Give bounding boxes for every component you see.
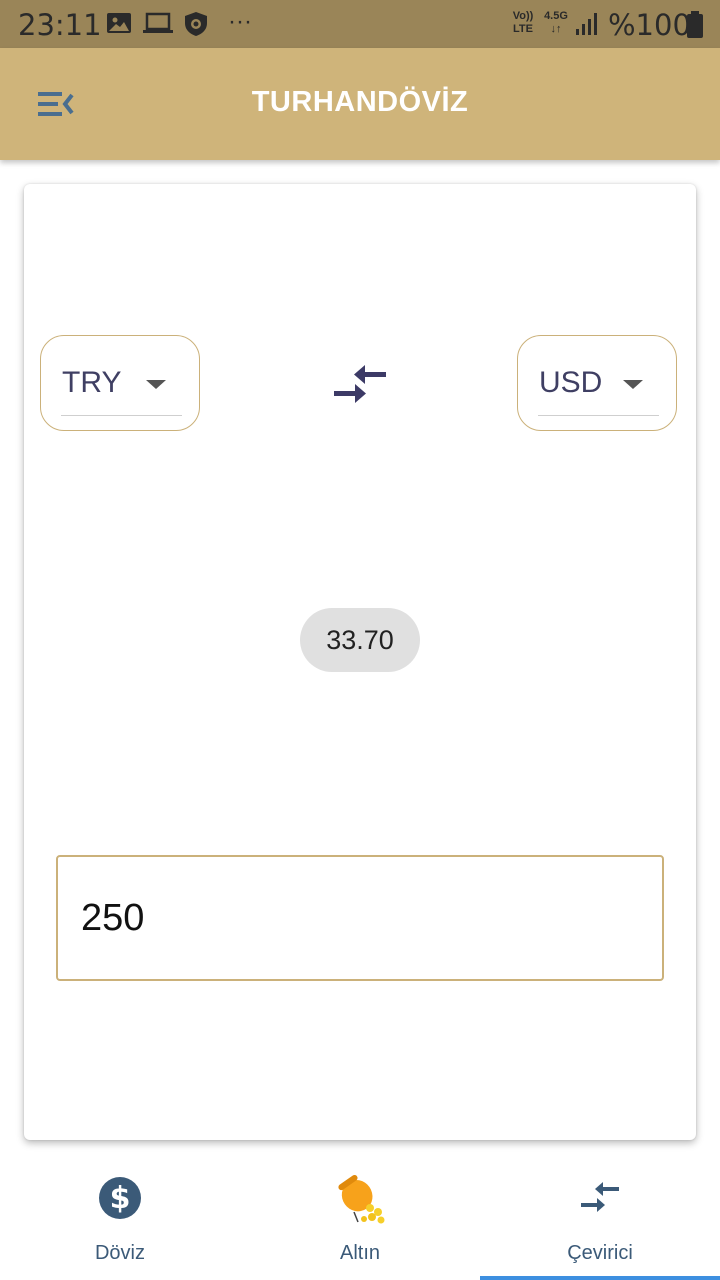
status-time: 23:11 xyxy=(18,8,102,42)
select-underline xyxy=(61,415,182,416)
chevron-down-icon xyxy=(146,380,166,389)
from-currency-value: TRY xyxy=(62,366,122,399)
network-4-5g-icon: 4.5G ↓↑ xyxy=(544,10,568,35)
amount-input[interactable] xyxy=(56,855,664,981)
more-notifications-icon: ··· xyxy=(228,8,252,35)
app-title: TURHANDÖVİZ xyxy=(251,86,469,118)
to-currency-select[interactable]: USD xyxy=(517,335,677,431)
gold-pot-icon xyxy=(338,1174,385,1224)
gallery-icon xyxy=(107,13,131,33)
nav-label: Altın xyxy=(339,1242,381,1264)
signal-icon xyxy=(576,13,597,35)
swap-arrows-icon xyxy=(581,1182,619,1212)
battery-icon xyxy=(687,11,703,38)
status-bar: 23:11 ··· Vo)) LTE 4.5G ↓↑ %100 xyxy=(0,0,720,48)
chevron-down-icon xyxy=(623,380,643,389)
nav-label: Çevirici xyxy=(567,1242,633,1264)
shield-icon xyxy=(185,12,207,36)
select-underline xyxy=(538,415,659,416)
nav-item-doviz[interactable]: $ Döviz xyxy=(0,1164,240,1280)
nav-label: Döviz xyxy=(94,1242,145,1264)
nav-item-cevirici[interactable]: Çevirici xyxy=(480,1164,720,1280)
active-tab-indicator xyxy=(480,1276,720,1280)
app-bar: TURHANDÖVİZ xyxy=(0,48,720,160)
dollar-coin-icon: $ xyxy=(99,1177,141,1219)
to-currency-value: USD xyxy=(539,366,603,399)
battery-percent: %100 xyxy=(608,8,691,42)
converter-card: TRY USD 33.70 xyxy=(24,184,696,1140)
laptop-icon xyxy=(143,12,173,33)
volte-icon: Vo)) LTE xyxy=(512,10,534,35)
conversion-result: 33.70 xyxy=(300,608,420,672)
from-currency-select[interactable]: TRY xyxy=(40,335,200,431)
bottom-navigation: $ Döviz Altın Çevirici xyxy=(0,1164,720,1280)
swap-arrows-icon[interactable] xyxy=(328,360,392,408)
nav-item-altin[interactable]: Altın xyxy=(240,1164,480,1280)
svg-text:$: $ xyxy=(110,1181,131,1216)
